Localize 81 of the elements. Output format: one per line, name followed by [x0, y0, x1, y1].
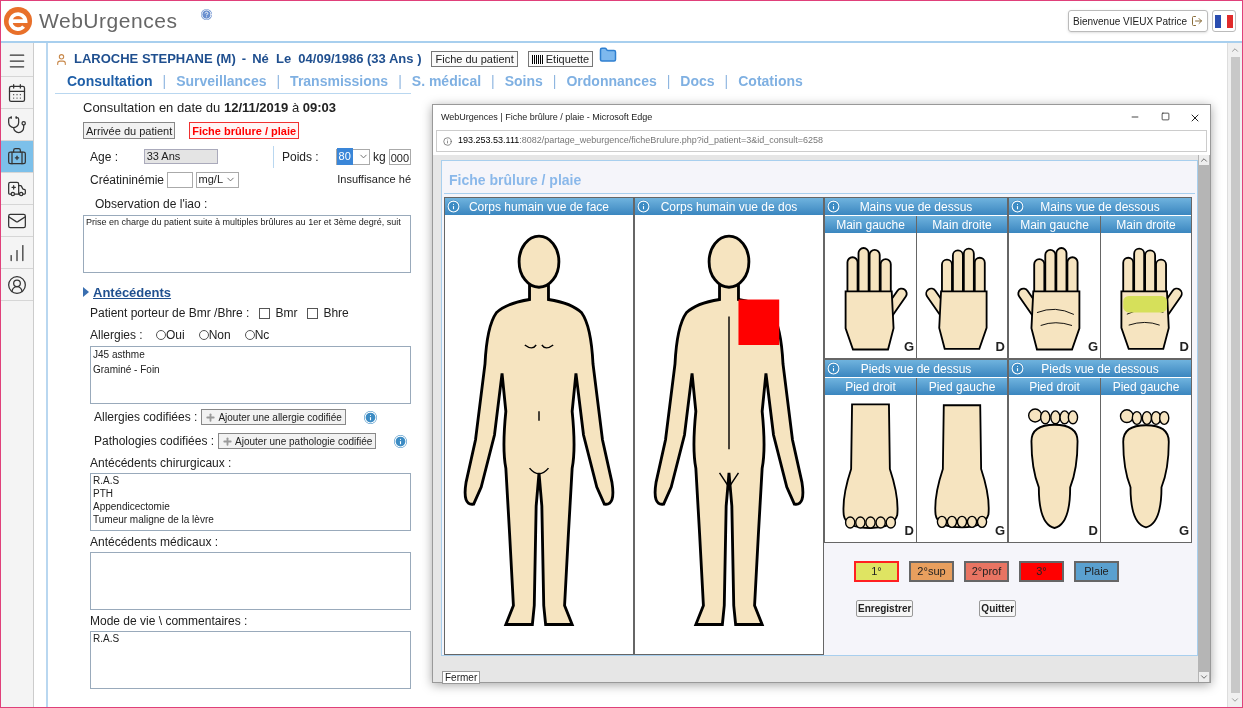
welcome-text: Bienvenue VIEUX Patrice — [1073, 14, 1187, 29]
burn-sheet-button[interactable]: Fiche brûlure / plaie — [189, 121, 300, 139]
sheet-heading: Fiche brûlure / plaie — [444, 161, 1195, 194]
separator-text: - — [241, 50, 247, 69]
observation-field[interactable]: Prise en charge du patient suite à multiples brûlures au 1er et 3ème degré, suit — [83, 214, 411, 273]
tab-separator: | — [723, 71, 730, 91]
panel-header: Pied droit — [825, 378, 916, 396]
patient-name: LAROCHE STEPHANE (M) — [74, 50, 236, 69]
panel-header: Mains vue de dessus — [825, 198, 1007, 216]
burn-degree-button[interactable]: Plaie — [1074, 561, 1119, 582]
url-text: 193.253.53.111:8082/partage_weburgence/ficheBrulure.php?id_patient=3&id_consult=6258 — [458, 134, 823, 148]
burn-degree-button[interactable]: 2°sup — [909, 561, 954, 582]
section-label: Mode de vie \ commentaires : — [90, 613, 248, 630]
patient-file-button[interactable]: Fiche du patient — [431, 51, 518, 67]
radio-label: Non — [208, 327, 231, 344]
add-button[interactable]: Ajouter une allergie codifiée — [201, 409, 346, 425]
panel-header: Mains vue de dessous — [1009, 198, 1191, 216]
side-letter: G — [903, 337, 914, 356]
panel-header: Pied gauche — [917, 378, 1007, 396]
close-window-button[interactable]: Fermer — [442, 671, 481, 684]
coded-label: Allergies codifiées : — [94, 409, 198, 426]
age-label: Age : — [90, 148, 120, 166]
address-bar[interactable]: 193.253.53.111:8082/partage_weburgence/ficheBrulure.php?id_patient=3&id_consult=6258 — [436, 130, 1207, 152]
observation-label: Observation de l'iao : — [95, 195, 208, 213]
allergies-label: Allergies : — [90, 327, 144, 344]
burn-degree-button[interactable]: 2°prof — [964, 561, 1009, 582]
section-label: Antécédents chirurgicaux : — [90, 455, 232, 472]
tab-separator: | — [275, 71, 282, 91]
save-button[interactable]: Enregistrer — [856, 600, 914, 617]
app-logo: WebUrgences — [39, 8, 178, 35]
add-button[interactable]: Ajouter une pathologie codifiée — [218, 433, 377, 449]
coded-label: Pathologies codifiées : — [94, 433, 215, 450]
tab-separator: | — [665, 71, 672, 91]
side-letter: D — [904, 521, 914, 540]
text-area[interactable]: R.A.S PTH Appendicectomie Tumeur maligne de la lèvre — [90, 473, 411, 531]
panel-header: Pied gauche — [1101, 378, 1191, 396]
side-letter: G — [1178, 521, 1189, 540]
weight-unit: kg — [372, 148, 386, 166]
checkbox-label: Bmr — [275, 305, 298, 322]
side-letter: D — [1088, 521, 1098, 540]
side-letter: G — [1087, 337, 1098, 356]
arrival-button[interactable]: Arrivée du patient — [83, 121, 176, 139]
panel-header: Pied droit — [1009, 378, 1100, 396]
unit-select[interactable]: mg/L — [195, 171, 240, 188]
tab-separator: | — [551, 71, 558, 91]
burn-degree-button[interactable]: 1° — [854, 561, 899, 582]
insufficiency-label: Insuffisance hé — [337, 172, 411, 188]
panel-header: Pieds vue de dessous — [1009, 360, 1191, 378]
panel-header: Main droite — [1101, 216, 1191, 234]
panel-header: Pieds vue de dessus — [825, 360, 1007, 378]
label-button[interactable]: Etiquette — [527, 51, 594, 67]
antecedents-link[interactable]: Antécédents — [93, 282, 172, 302]
tab-separator: | — [161, 71, 168, 91]
panel-header: Main droite — [917, 216, 1007, 234]
creatinine-label: Créatininémie — [90, 171, 165, 189]
burn-degree-button[interactable]: 3° — [1019, 561, 1064, 582]
allergies-field[interactable]: J45 asthme Graminé - Foin — [90, 346, 411, 404]
tab[interactable]: Consultation — [67, 70, 153, 92]
panel-header: Main gauche — [1009, 216, 1100, 234]
age-field: 33 Ans — [143, 149, 219, 164]
tab-separator: | — [397, 71, 403, 91]
radio-label: Nc — [254, 327, 270, 344]
side-letter: D — [995, 337, 1005, 356]
side-letter: G — [994, 521, 1005, 540]
window-title: WebUrgences | Fiche brûlure / plaie - Microsoft Edge — [441, 110, 653, 124]
consultation-date: Consultation en date du 12/11/2019 à 09:03 — [83, 99, 336, 117]
quit-button[interactable]: Quitter — [979, 600, 1017, 617]
panel-header: Corps humain vue de dos — [635, 198, 823, 216]
tab-separator: | — [490, 71, 496, 91]
carrier-label: Patient porteur de Bmr /Bhre : — [90, 305, 250, 322]
weight-field[interactable]: 000 — [388, 148, 411, 165]
side-letter: D — [1179, 337, 1189, 356]
weight-label: Poids : — [281, 148, 320, 166]
panel-header: Corps humain vue de face — [445, 198, 633, 216]
text-area[interactable]: R.A.S — [90, 631, 411, 689]
panel-header: Main gauche — [825, 216, 916, 234]
section-label: Antécédents médicaux : — [90, 534, 219, 551]
weight-select[interactable]: 80 — [335, 148, 370, 165]
birth-date: Né Le 04/09/1986 (33 Ans ) — [252, 50, 422, 69]
checkbox-label: Bhre — [323, 305, 349, 322]
radio-label: Oui — [166, 327, 185, 344]
